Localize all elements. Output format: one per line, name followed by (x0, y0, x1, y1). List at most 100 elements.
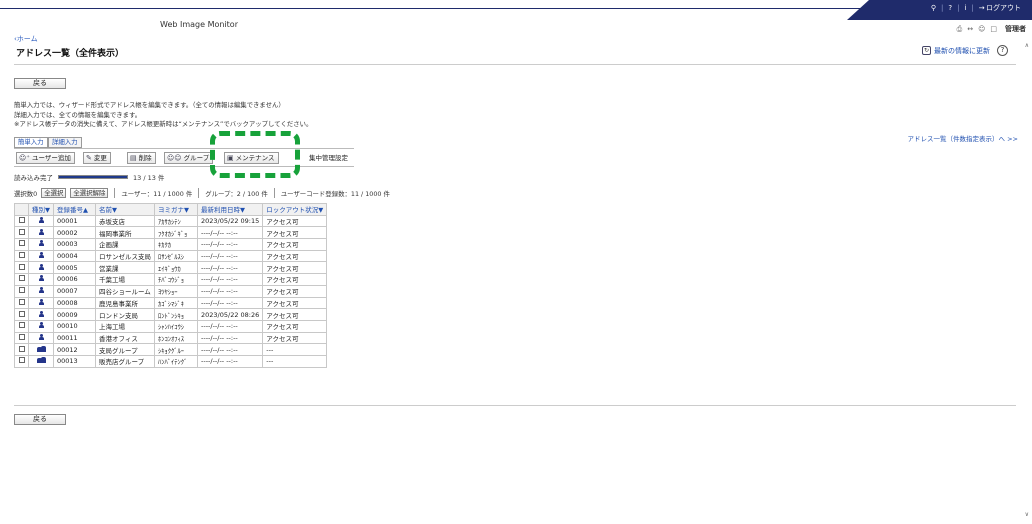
edit-button[interactable]: ✎ 変更 (83, 152, 111, 164)
row-checkbox-cell[interactable] (14, 354, 29, 368)
column-header-lockout[interactable]: ロックアウト状況▼ (262, 203, 328, 216)
row-name[interactable]: ロンドン支局 (95, 308, 155, 321)
row-name[interactable]: 上海工場 (95, 319, 155, 333)
help-icon[interactable]: ? (943, 4, 957, 12)
row-checkbox[interactable] (18, 275, 25, 282)
row-furigana: ｶｺﾞｼﾏｼﾞｷ (154, 296, 198, 310)
row-checkbox[interactable] (18, 310, 25, 317)
row-checkbox-cell[interactable] (14, 296, 29, 310)
table-row[interactable]: 00002 福岡事業所 ﾌｸｵｶｼﾞｷﾞｮ ----/--/-- --:-- アクセス可 (14, 226, 328, 240)
row-checkbox[interactable] (18, 228, 25, 235)
row-checkbox[interactable] (18, 298, 25, 305)
row-lockout: アクセス可 (262, 238, 328, 251)
table-row[interactable]: 00004 ロサンゼルス支局 ﾛｻﾝｾﾞﾙｽｼ ----/--/-- --:-- アクセ… (14, 249, 328, 263)
row-checkbox-cell[interactable] (14, 214, 29, 228)
row-checkbox[interactable] (18, 333, 25, 340)
row-name[interactable]: ロサンゼルス支局 (95, 249, 155, 263)
table-row[interactable]: 00011 香港オフィス ﾎﾝｺﾝｵﾌｨｽ ----/--/-- --:-- アクセス可 (14, 331, 328, 345)
home-link[interactable]: ‹ホーム (14, 34, 38, 44)
scroll-down-icon[interactable]: ∨ (1025, 511, 1029, 518)
row-name[interactable]: 千葉工場 (95, 273, 155, 286)
table-row[interactable]: 00013 販売店グループ ﾊﾝﾊﾞｲﾃﾝｸﾞ ----/--/-- --:-- --- (14, 354, 328, 368)
row-checkbox-cell[interactable] (14, 238, 29, 251)
table-row[interactable]: 00005 営業課 ｴｲｷﾞｮｳｶ ----/--/-- --:-- アクセス可 (14, 261, 328, 275)
back-button[interactable]: 戻る (14, 78, 66, 89)
group-icon: ☺☺ (167, 154, 182, 162)
table-row[interactable]: 00008 鹿児島事業所 ｶｺﾞｼﾏｼﾞｷ ----/--/-- --:-- アクセス可 (14, 296, 328, 310)
row-lockout: アクセス可 (262, 284, 328, 298)
column-header-last-used[interactable]: 最新利用日時▼ (196, 203, 264, 216)
row-checkbox-cell[interactable] (14, 284, 29, 298)
table-row[interactable]: 00012 支局グループ ｼｷｮｸｸﾞﾙｰ ----/--/-- --:-- --- (14, 343, 328, 356)
user-icon (38, 252, 44, 259)
row-checkbox-cell[interactable] (14, 226, 29, 240)
row-type (28, 296, 54, 310)
help-icon[interactable]: ? (997, 45, 1008, 56)
row-last-used: ----/--/-- --:-- (196, 284, 264, 298)
column-header-furigana[interactable]: ヨミガナ▼ (154, 203, 198, 216)
scroll-up-icon[interactable]: ∧ (1025, 42, 1029, 49)
column-header-type[interactable]: 種別▼ (28, 203, 54, 216)
row-type (28, 354, 54, 368)
row-checkbox-cell[interactable] (14, 308, 29, 321)
row-lockout: アクセス可 (262, 296, 328, 310)
refresh-button[interactable]: ↻ 最新の情報に更新 ? (922, 45, 1008, 56)
tab-simple-input[interactable]: 簡単入力 (14, 137, 48, 148)
row-name[interactable]: 香港オフィス (95, 331, 155, 345)
row-lockout: アクセス可 (262, 273, 328, 286)
group-button[interactable]: ☺☺ グループ (164, 152, 214, 164)
row-furigana: ｼｷｮｸｸﾞﾙｰ (154, 343, 198, 356)
row-checkbox[interactable] (18, 252, 25, 259)
user-icon (38, 322, 44, 329)
column-header-name[interactable]: 名前▼ (95, 203, 155, 216)
row-checkbox-cell[interactable] (14, 273, 29, 286)
row-registration-no: 00005 (53, 261, 96, 275)
add-user-button[interactable]: ☺⁺ ユーザー追加 (16, 152, 75, 164)
delete-button[interactable]: ▤ 削除 (127, 152, 156, 164)
row-checkbox[interactable] (18, 263, 25, 270)
address-list-count-link[interactable]: アドレス一覧（件数指定表示）へ >> (908, 133, 1018, 143)
search-icon[interactable]: ⚲ (926, 4, 941, 12)
select-all-button[interactable]: 全選択 (41, 188, 67, 198)
row-checkbox-cell[interactable] (14, 249, 29, 263)
row-name[interactable]: 鹿児島事業所 (95, 296, 155, 310)
deselect-all-button[interactable]: 全選択解除 (70, 188, 109, 198)
row-name[interactable]: 赤坂支店 (95, 214, 155, 228)
pencil-icon: ✎ (86, 154, 92, 162)
row-checkbox-cell[interactable] (14, 343, 29, 356)
row-name[interactable]: 営業課 (95, 261, 155, 275)
highlight-box (210, 131, 300, 178)
row-lockout: アクセス可 (262, 226, 328, 240)
back-button-bottom[interactable]: 戻る (14, 414, 66, 425)
group-count: グループ：2 / 100 件 (205, 189, 268, 198)
scrollbar[interactable] (1020, 35, 1032, 524)
table-row[interactable]: 00010 上海工場 ｼｬﾝﾊｲｺｳｼ ----/--/-- --:-- アクセス可 (14, 319, 328, 333)
table-row[interactable]: 00009 ロンドン支局 ﾛﾝﾄﾞﾝｼｷｮ 2023/05/22 08:26 アクセス可 (14, 308, 328, 321)
row-checkbox-cell[interactable] (14, 261, 29, 275)
row-checkbox[interactable] (18, 240, 25, 247)
row-checkbox[interactable] (18, 345, 25, 352)
table-row[interactable]: 00001 赤坂支店 ｱｶｻｶｼﾃﾝ 2023/05/22 09:15 アクセス可 (14, 214, 328, 228)
info-icon[interactable]: i (959, 4, 971, 12)
row-checkbox[interactable] (18, 217, 25, 224)
table-row[interactable]: 00007 四谷ショールーム ﾖﾂﾔｼｮｰ ----/--/-- --:-- アクセス可 (14, 284, 328, 298)
tab-detail-input[interactable]: 詳細入力 (48, 137, 82, 148)
row-checkbox-cell[interactable] (14, 319, 29, 333)
logout-button[interactable]: → ログアウト (974, 3, 1026, 13)
row-name[interactable]: 支局グループ (95, 343, 155, 356)
central-management-button[interactable]: 集中管理設定 (307, 152, 351, 164)
column-header-registration-no[interactable]: 登録番号▲ (53, 203, 96, 216)
user-icon (38, 298, 44, 305)
row-name[interactable]: 福岡事業所 (95, 226, 155, 240)
row-checkbox[interactable] (18, 357, 25, 364)
row-checkbox[interactable] (18, 322, 25, 329)
row-name[interactable]: 企画課 (95, 238, 155, 251)
row-checkbox[interactable] (18, 287, 25, 294)
row-registration-no: 00003 (53, 238, 96, 251)
row-name[interactable]: 販売店グループ (95, 354, 155, 368)
row-checkbox-cell[interactable] (14, 331, 29, 345)
row-name[interactable]: 四谷ショールーム (95, 284, 155, 298)
table-row[interactable]: 00006 千葉工場 ﾁﾊﾞｺｳｼﾞｮ ----/--/-- --:-- アクセス可 (14, 273, 328, 286)
row-registration-no: 00006 (53, 273, 96, 286)
table-row[interactable]: 00003 企画課 ｷｶｸｶ ----/--/-- --:-- アクセス可 (14, 238, 328, 251)
